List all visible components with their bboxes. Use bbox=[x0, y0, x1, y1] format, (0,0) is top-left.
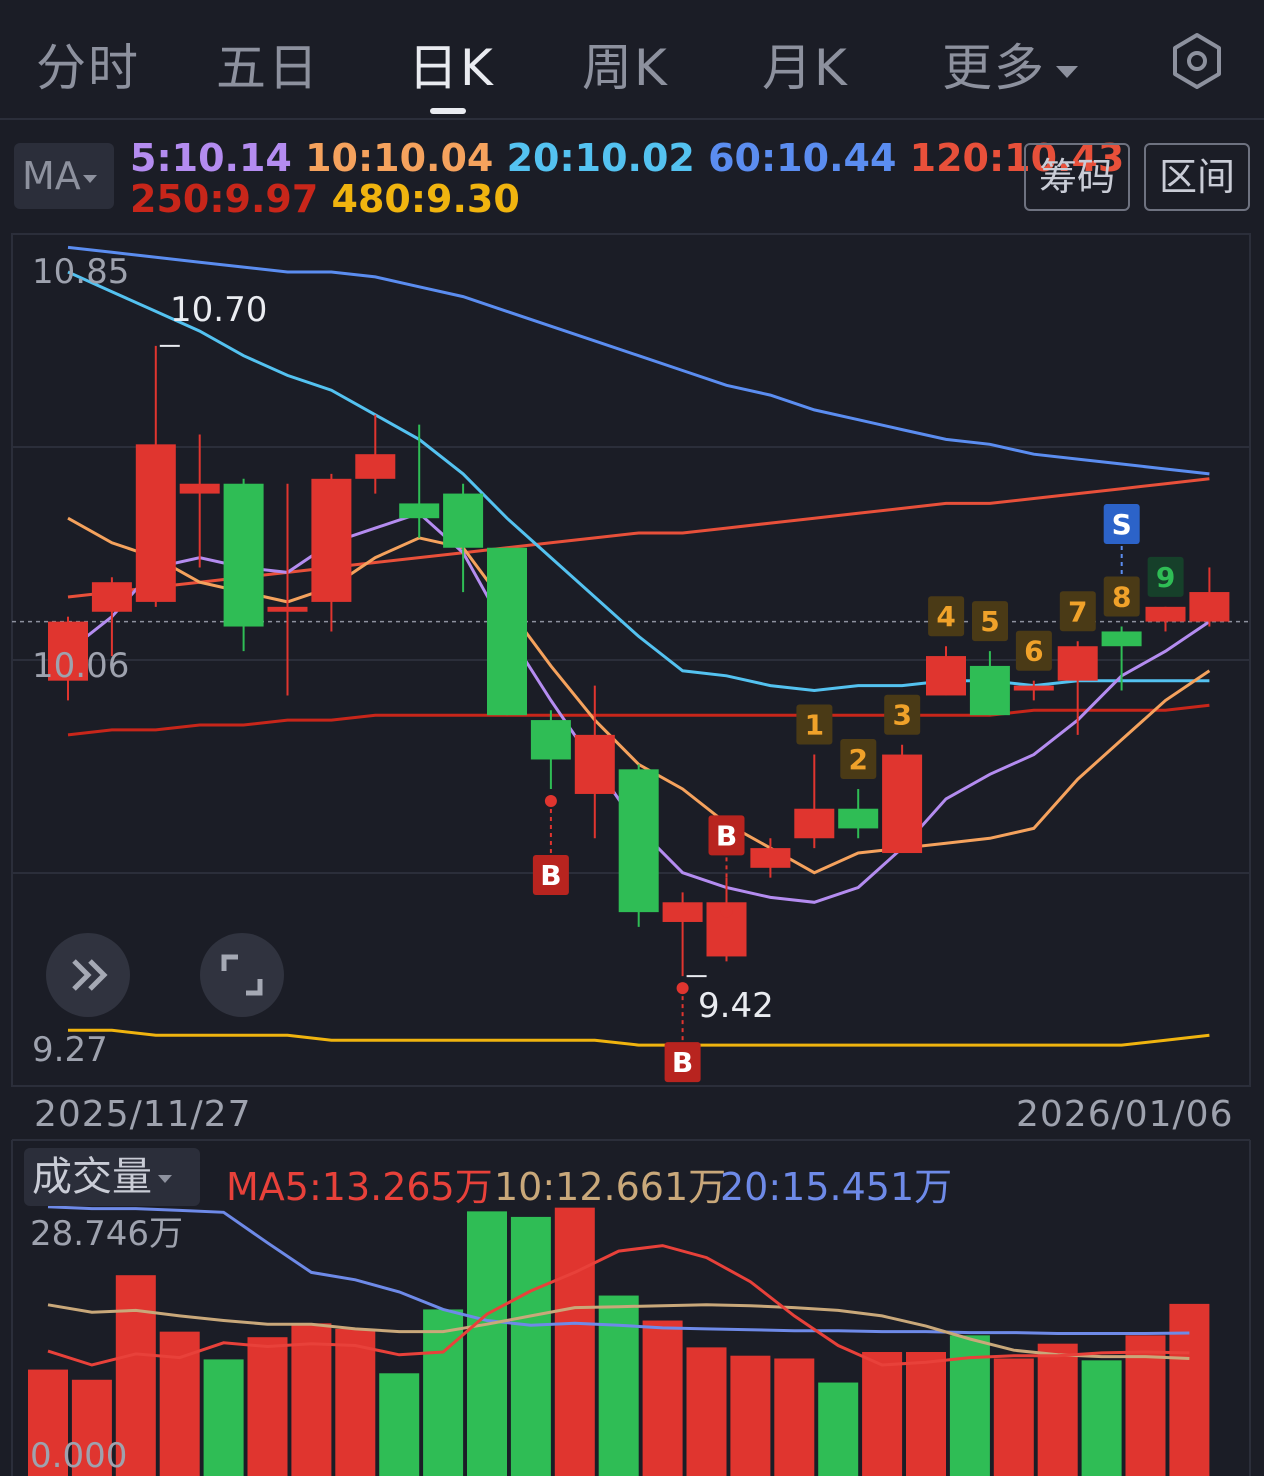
count-signal-1: 1 bbox=[805, 709, 824, 742]
high-price-label: 10.70 bbox=[170, 290, 268, 330]
candle-body bbox=[223, 483, 264, 627]
fullscreen-button[interactable] bbox=[200, 933, 284, 1017]
price-axis-mid: 10.06 bbox=[32, 646, 130, 686]
volume-axis-top: 28.746万 bbox=[30, 1214, 183, 1254]
volume-bar bbox=[642, 1320, 683, 1476]
volume-bar bbox=[774, 1358, 815, 1476]
date-start: 2025/11/27 bbox=[34, 1094, 252, 1135]
buy-signal: B bbox=[540, 859, 561, 892]
candle-body bbox=[399, 503, 440, 519]
sell-signal: S bbox=[1112, 508, 1132, 541]
candle-body bbox=[574, 734, 615, 794]
volume-axis-bottom: 0.000 bbox=[30, 1436, 128, 1476]
ma60-line bbox=[67, 245, 1210, 476]
price-axis-bottom: 9.27 bbox=[32, 1030, 108, 1070]
candle-body bbox=[135, 444, 176, 602]
volume-bar bbox=[730, 1355, 771, 1476]
candle-body bbox=[794, 808, 835, 839]
candle-body bbox=[355, 454, 396, 479]
candlestick-chart[interactable]: B B B S 123 4 567 89 bbox=[0, 0, 1264, 1476]
volume-selector-label: 成交量 bbox=[32, 1154, 152, 1200]
candle-body bbox=[750, 848, 791, 868]
candle-body bbox=[969, 665, 1010, 716]
count-signal-3: 3 bbox=[892, 699, 911, 732]
volume-bar bbox=[862, 1352, 903, 1476]
candle-body bbox=[1145, 606, 1186, 622]
candle-body bbox=[882, 754, 923, 854]
candle-body bbox=[179, 483, 220, 494]
volume-bar bbox=[598, 1295, 639, 1476]
fullscreen-icon bbox=[221, 954, 263, 996]
candle-body bbox=[311, 478, 352, 602]
count-signal-8: 8 bbox=[1112, 581, 1131, 614]
count-signal-4: 4 bbox=[936, 600, 955, 633]
volume-bar bbox=[554, 1207, 595, 1476]
count-signal-2: 2 bbox=[849, 743, 868, 776]
volume-bar bbox=[818, 1382, 859, 1476]
candle-body bbox=[1057, 646, 1098, 681]
buy-dot bbox=[676, 982, 689, 995]
count-signal-5: 5 bbox=[980, 605, 999, 638]
volume-indicator-selector[interactable]: 成交量 bbox=[24, 1148, 200, 1206]
count-signal-9: 9 bbox=[1156, 561, 1175, 594]
ma20-line bbox=[67, 270, 1210, 693]
volume-ma5-value: MA5:13.265万 bbox=[226, 1165, 493, 1209]
candle-body bbox=[1013, 685, 1054, 691]
candle-body bbox=[1189, 592, 1230, 622]
volume-bar bbox=[467, 1211, 507, 1476]
volume-bars bbox=[28, 1207, 1210, 1476]
candle-body bbox=[487, 547, 527, 716]
candle-body bbox=[618, 769, 659, 913]
volume-bar bbox=[510, 1216, 551, 1476]
count-signal-7: 7 bbox=[1068, 595, 1087, 628]
candle-body bbox=[926, 656, 966, 696]
price-axis-top: 10.85 bbox=[32, 252, 130, 292]
volume-bar bbox=[247, 1337, 288, 1476]
chevron-down-icon bbox=[158, 1175, 172, 1183]
double-chevron-right-icon bbox=[72, 959, 108, 991]
volume-bar bbox=[423, 1309, 464, 1476]
candle-body bbox=[443, 493, 484, 548]
volume-bar bbox=[1037, 1343, 1078, 1476]
volume-bar bbox=[906, 1352, 946, 1476]
volume-bar bbox=[291, 1323, 332, 1476]
volume-bar bbox=[379, 1373, 420, 1476]
ma480-line bbox=[68, 1028, 1210, 1047]
candle-body bbox=[838, 808, 879, 829]
buy-dot bbox=[720, 905, 733, 918]
candle-body bbox=[662, 902, 703, 922]
volume-ma20-value: 20:15.451万 bbox=[720, 1165, 953, 1209]
candle-body bbox=[1101, 631, 1142, 647]
volume-bar bbox=[1169, 1303, 1210, 1476]
volume-bar bbox=[335, 1328, 376, 1476]
volume-bar bbox=[203, 1359, 244, 1476]
skip-to-latest-button[interactable] bbox=[46, 933, 130, 1017]
low-price-label: 9.42 bbox=[698, 986, 774, 1026]
volume-bar bbox=[1081, 1360, 1122, 1476]
date-end: 2026/01/06 bbox=[1016, 1094, 1234, 1135]
candle-body bbox=[91, 582, 132, 612]
volume-ma10-value: 10:12.661万 bbox=[494, 1165, 727, 1209]
volume-bar bbox=[993, 1358, 1034, 1476]
buy-dot bbox=[544, 795, 557, 808]
count-signal-6: 6 bbox=[1024, 635, 1043, 668]
volume-bar bbox=[686, 1347, 727, 1476]
buy-signal: B bbox=[672, 1046, 693, 1079]
candle-body bbox=[267, 606, 308, 612]
buy-signal: B bbox=[716, 819, 737, 852]
ma250-line bbox=[67, 703, 1210, 737]
candle-body bbox=[530, 720, 571, 760]
